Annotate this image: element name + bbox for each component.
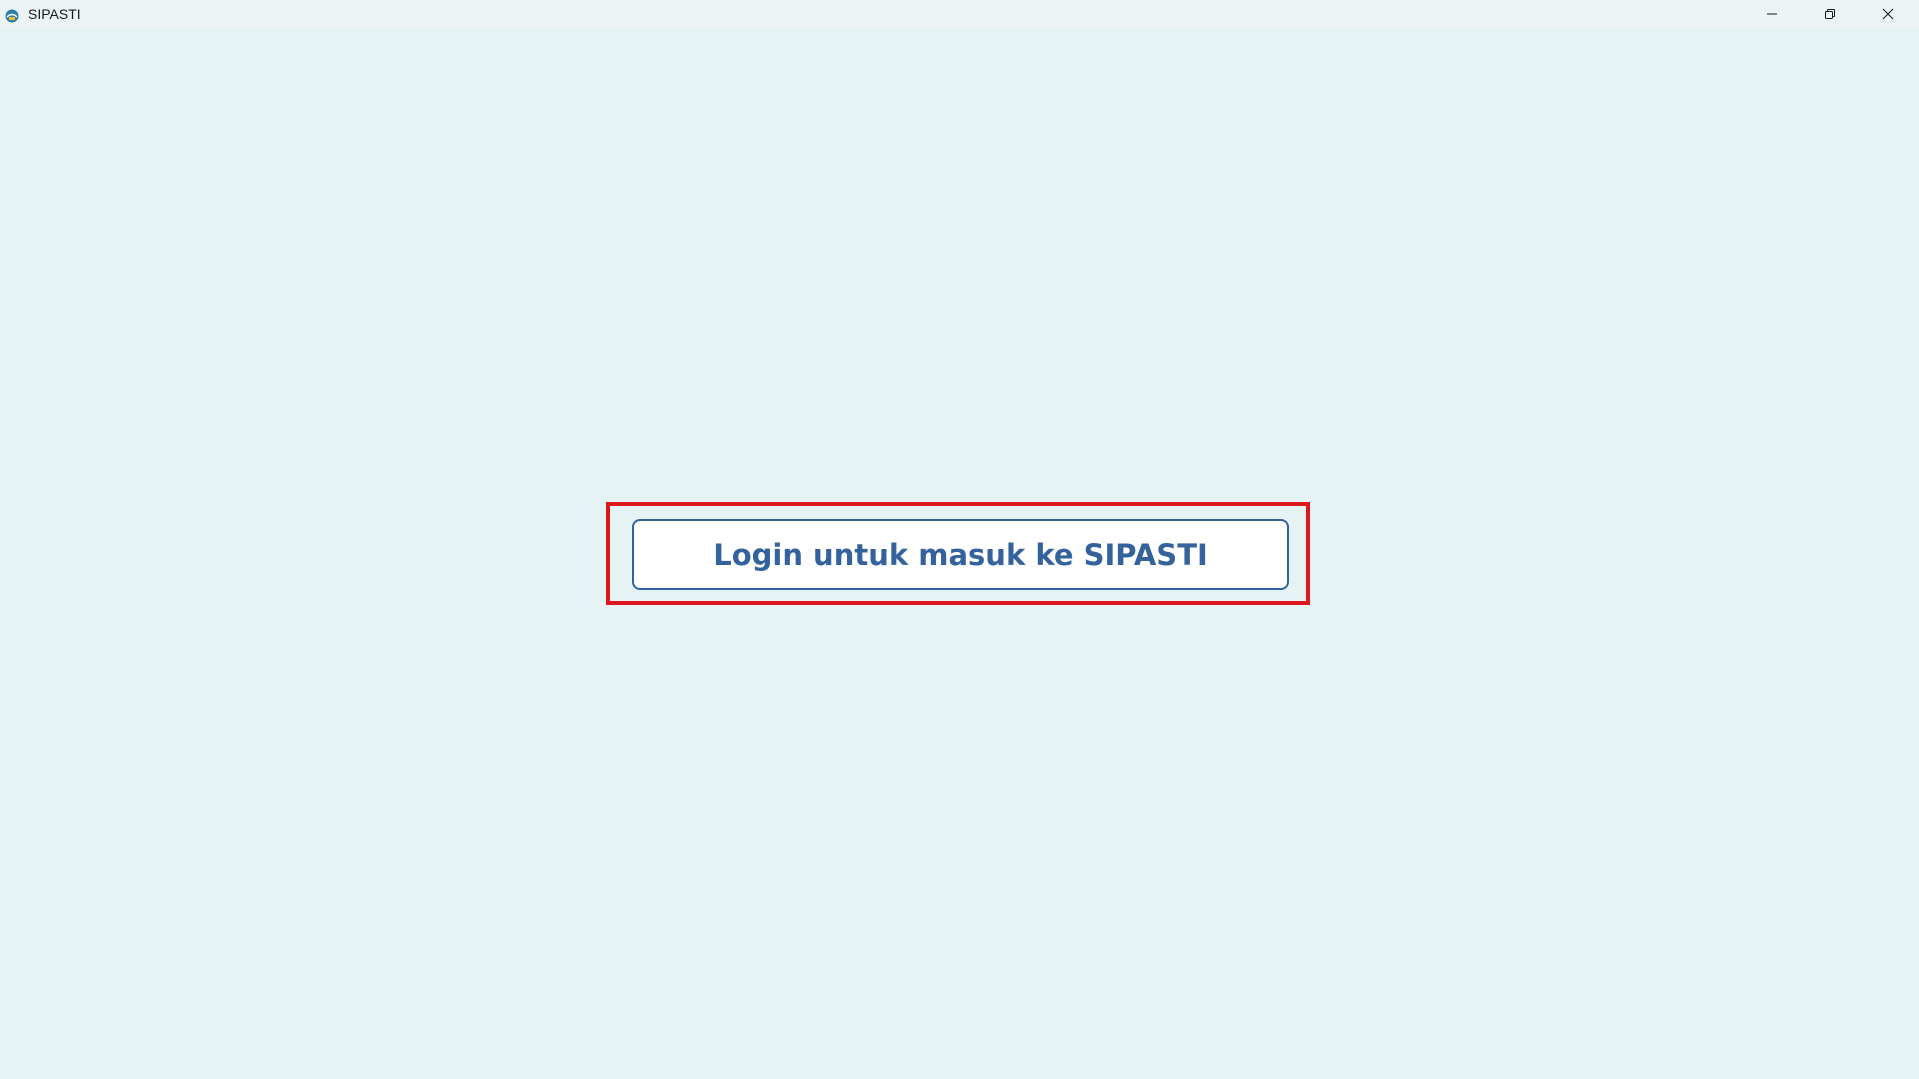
minimize-icon [1766, 5, 1778, 24]
close-icon [1882, 5, 1894, 24]
minimize-button[interactable] [1743, 0, 1801, 29]
app-window: SIPASTI Login untuk masuk ke SIPASTI [0, 0, 1919, 1079]
restore-icon [1824, 5, 1836, 24]
restore-button[interactable] [1801, 0, 1859, 29]
app-logo-icon [5, 8, 19, 23]
close-button[interactable] [1859, 0, 1917, 29]
login-button[interactable]: Login untuk masuk ke SIPASTI [632, 519, 1289, 590]
title-bar[interactable]: SIPASTI [0, 0, 1919, 29]
window-title: SIPASTI [28, 6, 81, 22]
login-button-label: Login untuk masuk ke SIPASTI [713, 537, 1208, 572]
